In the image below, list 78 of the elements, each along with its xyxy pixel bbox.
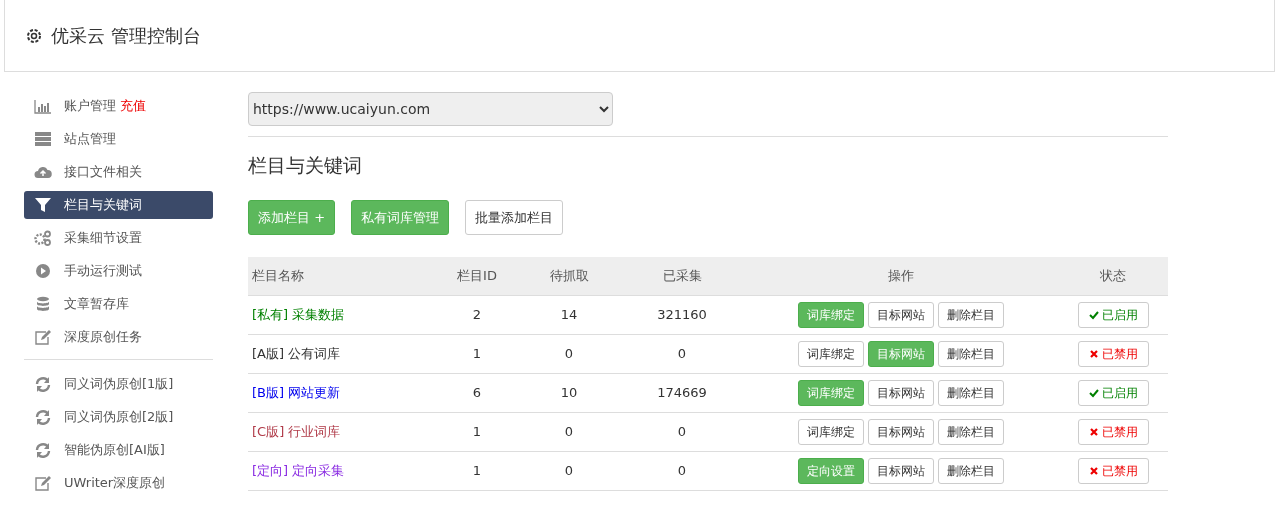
table-cell-text: [定向] 定向采集 (251, 462, 346, 481)
status-button[interactable]: 已禁用 (1077, 458, 1149, 484)
row-action-button[interactable]: 删除栏目 (938, 302, 1004, 328)
server-icon (34, 131, 52, 147)
play-icon (34, 263, 52, 279)
cross-icon (1088, 427, 1099, 437)
row-action-button[interactable]: 目标网站 (868, 302, 934, 328)
sidebar-item[interactable]: 接口文件相关 (24, 158, 213, 186)
row-action-button[interactable]: 删除栏目 (938, 341, 1004, 367)
row-action-button[interactable]: 删除栏目 (938, 380, 1004, 406)
column-header: 操作 (887, 267, 915, 286)
refresh-icon (34, 442, 52, 458)
table-cell-text: 10 (559, 384, 579, 403)
action-button[interactable]: 批量添加栏目 (465, 199, 564, 235)
sidebar-item[interactable]: UWriter深度原创 (24, 469, 213, 497)
sidebar-item[interactable]: 栏目与关键词 (24, 191, 213, 219)
table-cell-text: 0 (563, 462, 575, 481)
column-header: 状态 (1099, 267, 1127, 286)
settings-icon (25, 26, 43, 45)
status-button[interactable]: 已启用 (1077, 302, 1149, 328)
table-cell-text: 0 (676, 423, 688, 442)
sidebar-item[interactable]: 文章暂存库 (24, 290, 213, 318)
row-action-button[interactable]: 删除栏目 (938, 419, 1004, 445)
refresh-icon (34, 376, 52, 392)
cross-icon (1088, 349, 1099, 359)
sidebar-item[interactable]: 智能伪原创[AI版] (24, 436, 213, 464)
cross-icon (1088, 466, 1099, 476)
table-cell-text: 1 (471, 423, 483, 442)
status-button[interactable]: 已启用 (1077, 380, 1149, 406)
check-icon (1088, 388, 1099, 398)
table-cell-text: [C版] 行业词库 (251, 423, 342, 442)
row-action-button[interactable]: 词库绑定 (798, 419, 864, 445)
filter-icon (34, 197, 52, 213)
console-title: 优采云 管理控制台 (51, 24, 201, 48)
menu-label: 账户管理 (64, 98, 116, 114)
refresh-icon (34, 409, 52, 425)
edit-icon (34, 475, 52, 491)
column-header: 栏目ID (456, 267, 498, 286)
table-cell-text: 321160 (656, 306, 708, 325)
gears-icon (34, 230, 52, 246)
table-cell-text: 174669 (656, 384, 708, 403)
table-cell-text: 6 (471, 384, 483, 403)
check-icon (1088, 310, 1099, 320)
sidebar-item[interactable]: 站点管理 (24, 125, 213, 153)
cloud-upload-icon (34, 164, 52, 180)
table-cell-text: [B版] 网站更新 (251, 384, 342, 403)
column-header: 栏目名称 (251, 267, 305, 286)
table-cell-text: [A版] 公有词库 (251, 345, 342, 364)
status-button[interactable]: 已禁用 (1077, 419, 1149, 445)
table-cell-text: 2 (471, 306, 483, 325)
sidebar-item[interactable]: 同义词伪原创[2版] (24, 403, 213, 431)
table-cell-text: 0 (563, 345, 575, 364)
database-icon (34, 296, 52, 312)
sidebar-item[interactable]: 采集细节设置 (24, 224, 213, 252)
table-cell-text: 14 (559, 306, 579, 325)
site-select[interactable]: https://www.ucaiyun.com (248, 92, 613, 126)
status-button[interactable]: 已禁用 (1077, 341, 1149, 367)
table-cell-text: 0 (563, 423, 575, 442)
table-cell-text: 1 (471, 345, 483, 364)
column-header: 已采集 (661, 267, 703, 286)
section-title: 栏目与关键词 (248, 153, 363, 178)
sidebar-item[interactable]: 同义词伪原创[1版] (24, 370, 213, 398)
recharge-link[interactable]: 充值 (120, 98, 146, 114)
sidebar-item[interactable]: 手动运行测试 (24, 257, 213, 285)
row-action-button[interactable]: 目标网站 (868, 380, 934, 406)
column-header: 待抓取 (548, 267, 590, 286)
table-cell-text: [私有] 采集数据 (251, 306, 346, 325)
edit-icon (34, 329, 52, 345)
table-cell-text: 1 (471, 462, 483, 481)
row-action-button[interactable]: 目标网站 (868, 458, 934, 484)
row-action-button[interactable]: 目标网站 (868, 419, 934, 445)
table-cell-text: 0 (676, 345, 688, 364)
row-action-button[interactable]: 词库绑定 (798, 341, 864, 367)
row-action-button[interactable]: 删除栏目 (938, 458, 1004, 484)
sidebar-item[interactable]: 账户管理 充值 (24, 92, 213, 120)
sidebar-item[interactable]: 深度原创任务 (24, 323, 213, 351)
table-cell-text: 0 (676, 462, 688, 481)
bar-chart-icon (34, 98, 52, 114)
